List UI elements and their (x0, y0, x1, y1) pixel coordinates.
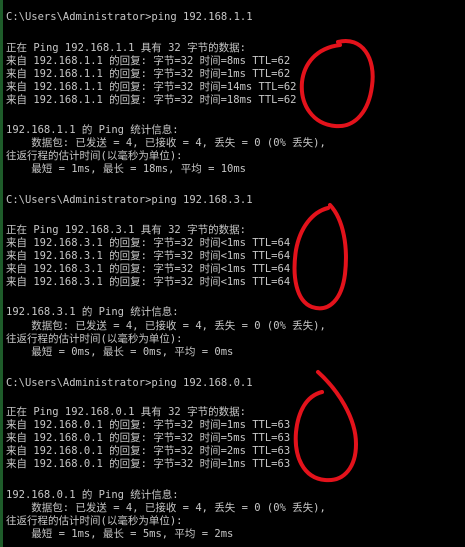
ping-header-line: 正在 Ping 192.168.3.1 具有 32 字节的数据: (6, 224, 246, 236)
reply-line: 来自 192.168.0.1 的回复: 字节=32 时间=5ms TTL=63 (6, 432, 291, 444)
reply-line: 来自 192.168.3.1 的回复: 字节=32 时间<1ms TTL=64 (6, 237, 291, 249)
reply-line: 来自 192.168.1.1 的回复: 字节=32 时间=8ms TTL=62 (6, 55, 291, 67)
stats-header-line: 192.168.0.1 的 Ping 统计信息: (6, 489, 179, 501)
rtt-stats-line: 最短 = 1ms, 最长 = 5ms, 平均 = 2ms (6, 528, 234, 540)
command-prompt-console[interactable]: C:\Users\Administrator>ping 192.168.1.1 … (0, 0, 465, 547)
stats-header-line: 192.168.1.1 的 Ping 统计信息: (6, 124, 179, 136)
packets-stats-line: 数据包: 已发送 = 4, 已接收 = 4, 丢失 = 0 (0% 丢失), (6, 502, 326, 514)
reply-line: 来自 192.168.3.1 的回复: 字节=32 时间<1ms TTL=64 (6, 250, 291, 262)
window-left-edge (0, 0, 3, 547)
ping-header-line: 正在 Ping 192.168.1.1 具有 32 字节的数据: (6, 42, 246, 54)
annotation-circle-3 (293, 370, 359, 483)
prompt-line: C:\Users\Administrator>ping 192.168.3.1 (6, 194, 253, 206)
annotation-circle-1 (299, 39, 375, 129)
annotation-circle-2 (292, 203, 348, 311)
reply-line: 来自 192.168.0.1 的回复: 字节=32 时间=1ms TTL=63 (6, 458, 291, 470)
reply-line: 来自 192.168.1.1 的回复: 字节=32 时间=14ms TTL=62 (6, 81, 297, 93)
prompt-line: C:\Users\Administrator>ping 192.168.0.1 (6, 377, 253, 389)
packets-stats-line: 数据包: 已发送 = 4, 已接收 = 4, 丢失 = 0 (0% 丢失), (6, 320, 326, 332)
rtt-header-line: 往返行程的估计时间(以毫秒为单位): (6, 150, 183, 162)
reply-line: 来自 192.168.1.1 的回复: 字节=32 时间=18ms TTL=62 (6, 94, 297, 106)
reply-line: 来自 192.168.3.1 的回复: 字节=32 时间<1ms TTL=64 (6, 276, 291, 288)
rtt-header-line: 往返行程的估计时间(以毫秒为单位): (6, 333, 183, 345)
reply-line: 来自 192.168.0.1 的回复: 字节=32 时间=2ms TTL=63 (6, 445, 291, 457)
packets-stats-line: 数据包: 已发送 = 4, 已接收 = 4, 丢失 = 0 (0% 丢失), (6, 137, 326, 149)
reply-line: 来自 192.168.1.1 的回复: 字节=32 时间=1ms TTL=62 (6, 68, 291, 80)
ping-header-line: 正在 Ping 192.168.0.1 具有 32 字节的数据: (6, 406, 246, 418)
rtt-stats-line: 最短 = 0ms, 最长 = 0ms, 平均 = 0ms (6, 346, 234, 358)
reply-line: 来自 192.168.3.1 的回复: 字节=32 时间<1ms TTL=64 (6, 263, 291, 275)
rtt-stats-line: 最短 = 1ms, 最长 = 18ms, 平均 = 10ms (6, 163, 247, 175)
stats-header-line: 192.168.3.1 的 Ping 统计信息: (6, 306, 179, 318)
prompt-line: C:\Users\Administrator>ping 192.168.1.1 (6, 11, 253, 23)
reply-line: 来自 192.168.0.1 的回复: 字节=32 时间=1ms TTL=63 (6, 419, 291, 431)
rtt-header-line: 往返行程的估计时间(以毫秒为单位): (6, 515, 183, 527)
